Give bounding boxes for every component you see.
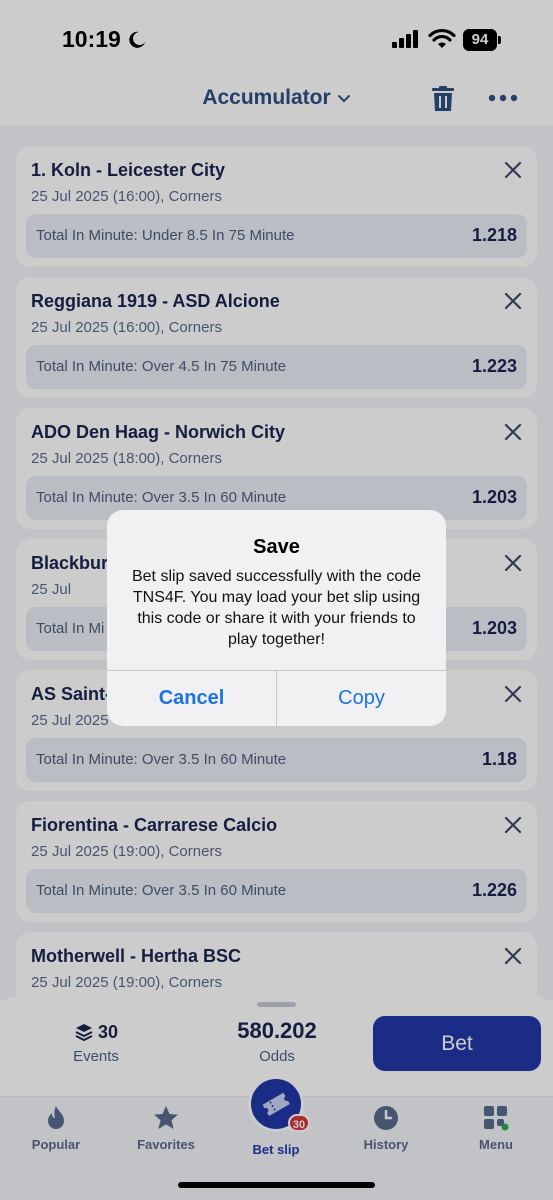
dialog-message: Bet slip saved successfully with the cod… (131, 568, 422, 648)
cancel-button[interactable]: Cancel (107, 670, 276, 726)
dialog-title: Save (253, 536, 300, 558)
save-dialog: Save Bet slip saved successfully with th… (107, 510, 446, 726)
copy-button[interactable]: Copy (277, 670, 446, 726)
